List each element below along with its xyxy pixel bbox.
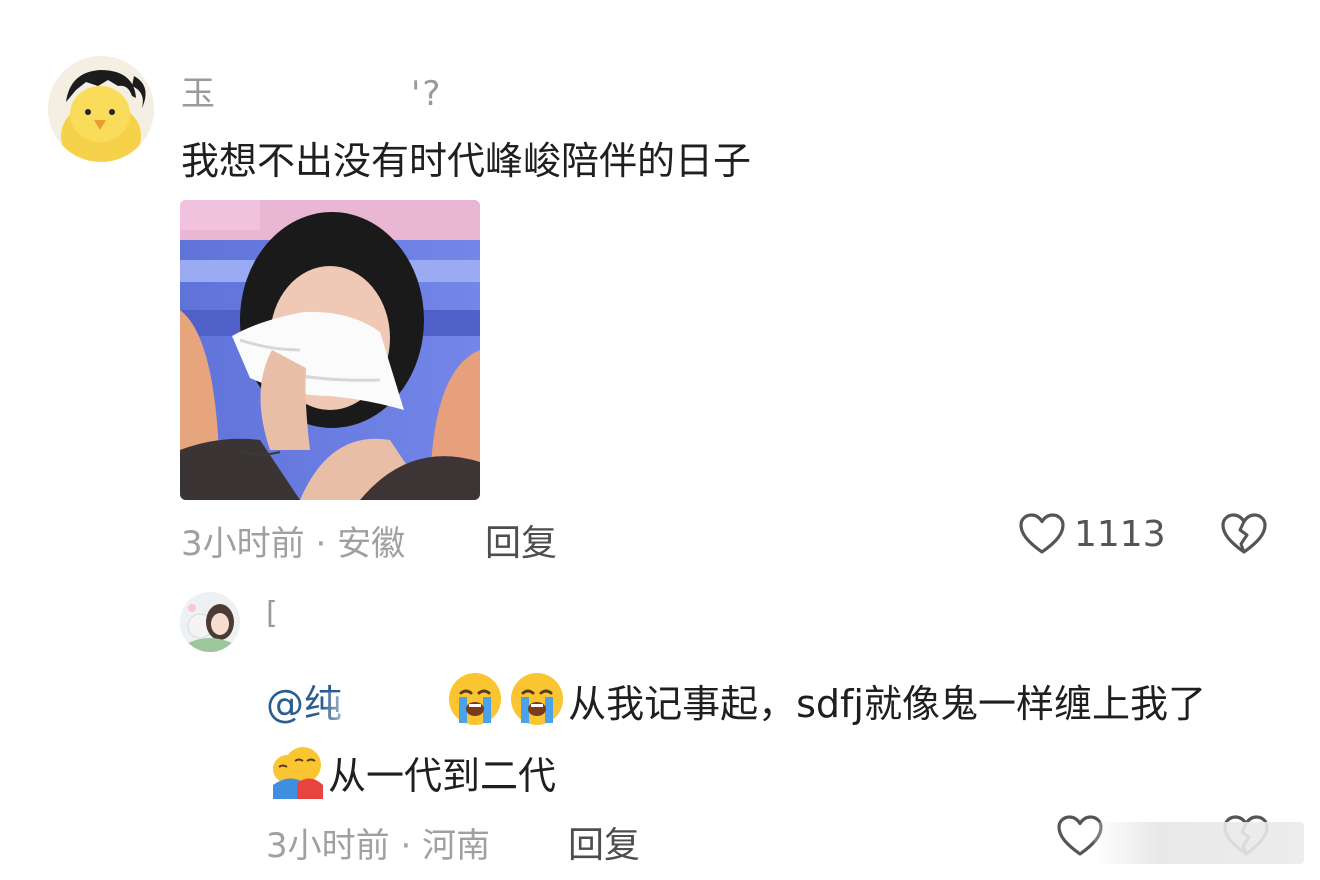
loudly-crying-face-emoji xyxy=(449,673,502,725)
reply-username-redaction xyxy=(277,603,398,626)
broken-heart-icon xyxy=(1221,513,1267,554)
anime-girl-avatar-image xyxy=(180,592,240,652)
reply-username[interactable]: [ xyxy=(266,596,398,631)
reply-text-part1: 从我记事起，sdfj就像鬼一样缠上我了 xyxy=(568,682,1206,726)
reply-user-avatar[interactable] xyxy=(180,592,240,652)
reply-location: 河南 xyxy=(422,826,491,866)
reply-button[interactable]: 回复 xyxy=(485,514,557,566)
comment-location: 安徽 xyxy=(337,524,406,564)
crying-woman-tissue-sticker xyxy=(180,200,480,500)
comment-text: 我想不出没有时代峰峻陪伴的日子 xyxy=(181,139,752,183)
meta-separator: · xyxy=(315,524,327,564)
username-tail: '? xyxy=(411,74,443,114)
dislike-button[interactable] xyxy=(1220,512,1268,560)
like-button[interactable]: 1113 xyxy=(1018,512,1166,556)
reply-text-part2: 从一代到二代 xyxy=(328,754,557,798)
reply-time: 3小时前 xyxy=(266,826,390,866)
comment-username[interactable]: 玉 '? xyxy=(181,66,442,115)
reply-username-text: [ xyxy=(266,596,278,631)
reply-text: @纯 从我记事起，sdfj就像鬼一样缠上我了 从一代到二代 xyxy=(266,668,1266,812)
reply-meta-separator: · xyxy=(400,826,412,866)
mention-redaction xyxy=(322,691,433,722)
loudly-crying-face-emoji xyxy=(511,673,564,725)
heart-outline-icon xyxy=(1019,513,1065,554)
watermark-overlay xyxy=(1094,822,1304,864)
username-redaction xyxy=(211,82,411,109)
reply-meta: 3小时前 · 河南 xyxy=(266,818,490,867)
comment-sticker-image[interactable] xyxy=(180,200,480,500)
mention-link[interactable]: @纯 xyxy=(266,682,433,726)
comment-meta: 3小时前 · 安徽 xyxy=(181,516,405,565)
like-count: 1113 xyxy=(1074,513,1166,555)
duckling-avatar-image xyxy=(48,56,154,162)
reply-reply-button[interactable]: 回复 xyxy=(568,816,640,868)
user-avatar[interactable] xyxy=(48,56,154,162)
comment-time: 3小时前 xyxy=(181,524,305,564)
hugging-emoji xyxy=(273,747,323,799)
